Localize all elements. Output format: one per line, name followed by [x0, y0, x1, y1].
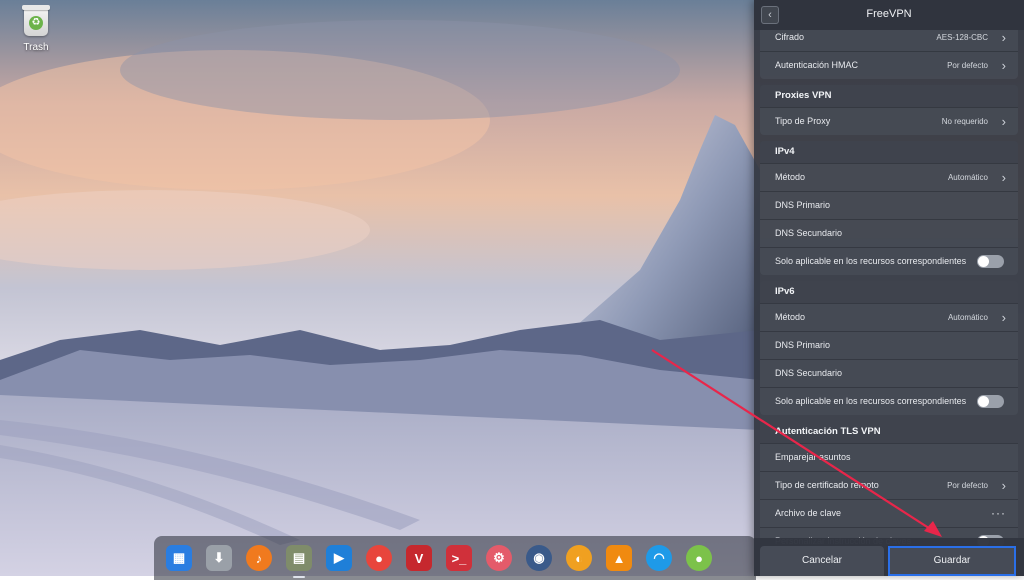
dock: ▦ ⬇ ♪ ▤ ▶ ● V >_ ⚙ ◉ ◐ ▲ ◠ ●	[154, 536, 756, 580]
row-label: Emparejar asuntos	[775, 452, 851, 462]
row-value: Automático	[947, 173, 988, 182]
dock-item[interactable]: ◐	[562, 541, 596, 575]
vivaldi-icon: V	[406, 545, 432, 571]
camera-icon: ◉	[526, 545, 552, 571]
more-icon[interactable]: ···	[991, 500, 1006, 527]
settings-row[interactable]: Método Automático ›	[760, 163, 1018, 191]
dock-item[interactable]: ◉	[522, 541, 556, 575]
settings-row[interactable]: Tipo de Proxy No requerido ›	[760, 107, 1018, 135]
settings-row[interactable]: Método Automático ›	[760, 303, 1018, 331]
settings-group: IPv6 Método Automático › DNS Primario DNS Sec…	[760, 281, 1018, 415]
desktop-trash[interactable]: ♻ Trash	[16, 5, 56, 53]
dock-item[interactable]: ♪	[242, 541, 276, 575]
row-label: Solo aplicable en los recursos correspon…	[775, 396, 967, 406]
row-value: No requerido	[941, 117, 988, 126]
chevron-right-icon: ›	[1001, 310, 1006, 325]
vlc-icon: ▲	[606, 545, 632, 571]
dock-item[interactable]: >_	[442, 541, 476, 575]
settings-group: Autenticación TLS VPN Emparejar asuntos Ti…	[760, 421, 1018, 555]
chevron-right-icon: ›	[1001, 170, 1006, 185]
wifi-icon: ◠	[646, 545, 672, 571]
dock-item[interactable]: ▲	[602, 541, 636, 575]
running-indicator	[293, 576, 305, 578]
dock-item[interactable]: V	[402, 541, 436, 575]
chrome-icon: ●	[366, 545, 392, 571]
network-settings-panel: Cifrado AES-128-CBC › Autenticación HMAC Por…	[754, 0, 1024, 576]
row-label: Cifrado	[775, 32, 805, 42]
settings-row[interactable]: DNS Secundario	[760, 359, 1018, 387]
row-label: Solo aplicable en los recursos correspon…	[775, 256, 967, 266]
chevron-right-icon: ›	[1001, 114, 1006, 129]
row-value: Por defecto	[947, 481, 988, 490]
music-icon: ♪	[246, 545, 272, 571]
group-header: IPv6	[760, 281, 1018, 303]
group-header: IPv4	[760, 141, 1018, 163]
toggle-switch[interactable]	[977, 395, 1004, 408]
row-label: DNS Secundario	[775, 368, 843, 378]
save-button[interactable]: Guardar	[888, 546, 1016, 576]
row-label: DNS Primario	[775, 200, 831, 210]
store-icon: ⬇	[206, 545, 232, 571]
settings-row[interactable]: DNS Primario	[760, 331, 1018, 359]
row-label: Autenticación HMAC	[775, 60, 859, 70]
deepin-clone-icon: ◐	[566, 545, 592, 571]
settings-group: Cifrado AES-128-CBC › Autenticación HMAC Por…	[760, 24, 1018, 79]
toggle-switch[interactable]	[977, 255, 1004, 268]
group-header: Autenticación TLS VPN	[760, 421, 1018, 443]
row-label: DNS Secundario	[775, 228, 843, 238]
dock-item[interactable]: ◠	[642, 541, 676, 575]
row-label: DNS Primario	[775, 340, 831, 350]
trash-icon: ♻	[22, 5, 50, 36]
panel-footer: Cancelar Guardar	[754, 538, 1024, 576]
chevron-right-icon: ›	[1001, 58, 1006, 73]
settings-row[interactable]: Emparejar asuntos	[760, 443, 1018, 471]
trash-label: Trash	[23, 42, 49, 53]
row-value: Por defecto	[947, 61, 988, 70]
row-label: Método	[775, 312, 806, 322]
dock-item[interactable]: ▶	[322, 541, 356, 575]
cancel-button[interactable]: Cancelar	[760, 546, 884, 576]
group-header: Proxies VPN	[760, 85, 1018, 107]
row-value: Automático	[947, 313, 988, 322]
row-label: Archivo de clave	[775, 508, 842, 518]
settings-group: IPv4 Método Automático › DNS Primario DNS Sec…	[760, 141, 1018, 275]
settings-row[interactable]: Archivo de clave ···	[760, 499, 1018, 527]
settings-row[interactable]: Autenticación HMAC Por defecto ›	[760, 51, 1018, 79]
panel-title: FreeVPN	[866, 8, 912, 20]
terminal-icon: >_	[446, 545, 472, 571]
app-icon: ●	[686, 545, 712, 571]
video-icon: ▶	[326, 545, 352, 571]
dock-item[interactable]: ●	[682, 541, 716, 575]
settings-icon: ⚙	[486, 545, 512, 571]
dock-item[interactable]: ●	[362, 541, 396, 575]
settings-list[interactable]: Cifrado AES-128-CBC › Autenticación HMAC Por…	[760, 24, 1018, 561]
dock-item[interactable]: ▦	[162, 541, 196, 575]
dock-item[interactable]: ⚙	[482, 541, 516, 575]
files-icon: ▤	[286, 545, 312, 571]
chevron-right-icon: ›	[1001, 478, 1006, 493]
row-label: Método	[775, 172, 806, 182]
launcher-icon: ▦	[166, 545, 192, 571]
dock-item[interactable]: ▤	[282, 541, 316, 578]
settings-row[interactable]: Solo aplicable en los recursos correspon…	[760, 387, 1018, 415]
settings-group: Proxies VPN Tipo de Proxy No requerido ›	[760, 85, 1018, 135]
dock-item[interactable]: ⬇	[202, 541, 236, 575]
settings-row[interactable]: Tipo de certificado remoto Por defecto ›	[760, 471, 1018, 499]
settings-row[interactable]: DNS Secundario	[760, 219, 1018, 247]
settings-row[interactable]: DNS Primario	[760, 191, 1018, 219]
row-label: Tipo de Proxy	[775, 116, 831, 126]
settings-row[interactable]: Solo aplicable en los recursos correspon…	[760, 247, 1018, 275]
panel-header: ‹ FreeVPN	[754, 0, 1024, 30]
row-label: Tipo de certificado remoto	[775, 480, 879, 490]
